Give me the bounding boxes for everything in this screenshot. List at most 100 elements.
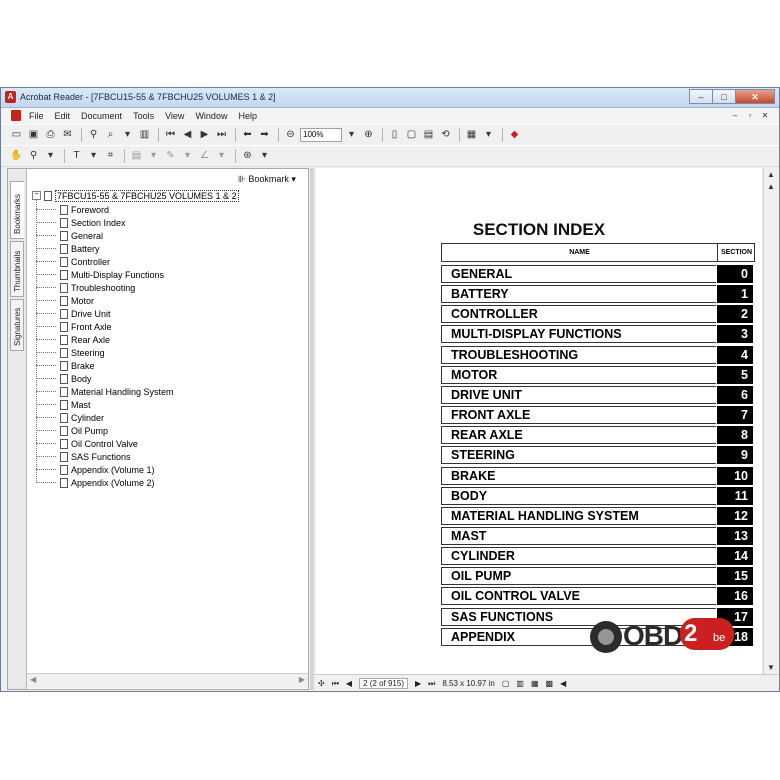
- prev-page-icon[interactable]: ◀: [346, 679, 352, 688]
- actual-size-icon[interactable]: ▯: [387, 128, 402, 142]
- next-page-icon[interactable]: ▶: [197, 128, 212, 142]
- document-icon[interactable]: [11, 110, 21, 121]
- section-row[interactable]: CYLINDER 14: [441, 547, 755, 566]
- section-row[interactable]: MATERIAL HANDLING SYSTEM 12: [441, 506, 755, 525]
- pencil-tool-icon[interactable]: ✎: [163, 149, 178, 163]
- bookmark-item[interactable]: Drive Unit: [36, 307, 111, 320]
- zoom-input[interactable]: 100%: [300, 128, 342, 142]
- search-dropdown-icon[interactable]: ▾: [120, 128, 135, 142]
- email-icon[interactable]: ✉: [60, 128, 75, 142]
- fit-width-icon[interactable]: ▤: [421, 128, 436, 142]
- bookmark-item[interactable]: Motor: [36, 294, 94, 307]
- maximize-button[interactable]: □: [712, 89, 736, 104]
- layout-icon[interactable]: ▦: [464, 128, 479, 142]
- zoom-in-icon[interactable]: ⊕: [361, 128, 376, 142]
- find-icon[interactable]: ⚲: [86, 128, 101, 142]
- section-row[interactable]: OIL CONTROL VALVE 16: [441, 587, 755, 606]
- tab-bookmarks[interactable]: Bookmarks: [10, 181, 24, 239]
- layout-dropdown-icon[interactable]: ▾: [481, 128, 496, 142]
- section-row[interactable]: GENERAL 0: [441, 265, 755, 283]
- section-row[interactable]: OIL PUMP 15: [441, 567, 755, 586]
- continuous-icon[interactable]: ▥: [516, 679, 524, 688]
- pane-splitter[interactable]: [310, 168, 314, 690]
- menu-file[interactable]: File: [29, 111, 44, 121]
- acrobat-online-icon[interactable]: ◆: [507, 128, 522, 142]
- pencil-dropdown-icon[interactable]: ▾: [180, 149, 195, 163]
- print-icon[interactable]: ⎙: [43, 128, 58, 142]
- bookmark-item[interactable]: SAS Functions: [36, 450, 131, 463]
- bookmark-item[interactable]: Oil Pump: [36, 424, 108, 437]
- first-page-icon[interactable]: ⏮: [163, 128, 178, 142]
- facing-icon[interactable]: ▦: [531, 679, 539, 688]
- menu-window[interactable]: Window: [195, 111, 227, 121]
- last-page-icon[interactable]: ⏭: [214, 128, 229, 142]
- section-row[interactable]: TROUBLESHOOTING 4: [441, 345, 755, 364]
- bookmark-item[interactable]: Section Index: [36, 216, 126, 229]
- bookmark-item[interactable]: Mast: [36, 398, 91, 411]
- doc-close-button[interactable]: ✕: [759, 110, 771, 121]
- note-tool-icon[interactable]: ▤: [129, 149, 144, 163]
- scroll-right-icon[interactable]: ▶: [299, 675, 305, 684]
- menu-tools[interactable]: Tools: [133, 111, 154, 121]
- navigation-pane-icon[interactable]: ▥: [137, 128, 152, 142]
- split-icon[interactable]: ✣: [318, 679, 325, 688]
- bookmark-item[interactable]: General: [36, 229, 103, 242]
- nav-horizontal-scrollbar[interactable]: ◀ ▶: [27, 673, 308, 688]
- first-page-icon[interactable]: ⏮: [332, 679, 339, 689]
- fit-page-icon[interactable]: ▢: [404, 128, 419, 142]
- section-row[interactable]: STEERING 9: [441, 446, 755, 465]
- scroll-up-icon[interactable]: ▲: [767, 170, 775, 179]
- note-dropdown-icon[interactable]: ▾: [146, 149, 161, 163]
- bookmark-item[interactable]: Cylinder: [36, 411, 104, 424]
- title-bar[interactable]: A Acrobat Reader - [7FBCU15-55 & 7FBCHU2…: [1, 88, 779, 108]
- section-row[interactable]: BODY 11: [441, 486, 755, 505]
- bookmark-item[interactable]: Multi-Display Functions: [36, 268, 164, 281]
- section-row[interactable]: CONTROLLER 2: [441, 305, 755, 324]
- tab-signatures[interactable]: Signatures: [10, 299, 24, 351]
- zoom-tool-icon[interactable]: ⚲: [26, 149, 41, 163]
- tab-thumbnails[interactable]: Thumbnails: [10, 241, 24, 297]
- page-up-icon[interactable]: ▲: [767, 182, 775, 191]
- line-dropdown-icon[interactable]: ▾: [214, 149, 229, 163]
- bookmark-item[interactable]: Body: [36, 372, 92, 385]
- open-icon[interactable]: ▭: [9, 128, 24, 142]
- section-row[interactable]: BRAKE 10: [441, 466, 755, 485]
- stamp-dropdown-icon[interactable]: ▾: [257, 149, 272, 163]
- page-number-field[interactable]: 2 (2 of 915): [359, 678, 408, 689]
- zoom-out-icon[interactable]: ⊖: [283, 128, 298, 142]
- status-scroll-left-icon[interactable]: ◀: [560, 679, 566, 688]
- section-row[interactable]: BATTERY 1: [441, 285, 755, 304]
- zoom-tool-dropdown-icon[interactable]: ▾: [43, 149, 58, 163]
- section-row[interactable]: FRONT AXLE 7: [441, 406, 755, 425]
- text-select-dropdown-icon[interactable]: ▾: [86, 149, 101, 163]
- back-icon[interactable]: ⬅: [240, 128, 255, 142]
- bookmark-item[interactable]: Troubleshooting: [36, 281, 135, 294]
- section-row[interactable]: MULTI-DISPLAY FUNCTIONS 3: [441, 325, 755, 344]
- single-page-icon[interactable]: ▢: [502, 679, 510, 688]
- save-icon[interactable]: ▣: [26, 128, 41, 142]
- continuous-facing-icon[interactable]: ▩: [546, 679, 554, 688]
- text-select-icon[interactable]: T: [69, 149, 84, 163]
- snapshot-icon[interactable]: ⌗: [103, 149, 118, 163]
- bookmark-item[interactable]: Foreword: [36, 203, 109, 216]
- forward-icon[interactable]: ➡: [257, 128, 272, 142]
- line-tool-icon[interactable]: ∠: [197, 149, 212, 163]
- close-button[interactable]: ✕: [735, 89, 775, 104]
- bookmark-item[interactable]: Rear Axle: [36, 333, 110, 346]
- section-row[interactable]: MOTOR 5: [441, 365, 755, 384]
- doc-restore-button[interactable]: ▫: [744, 110, 756, 121]
- menu-view[interactable]: View: [165, 111, 184, 121]
- section-row[interactable]: DRIVE UNIT 6: [441, 385, 755, 404]
- menu-document[interactable]: Document: [81, 111, 122, 121]
- bookmark-item[interactable]: Appendix (Volume 1): [36, 463, 155, 476]
- search-icon[interactable]: ⌕: [103, 128, 118, 142]
- bookmark-item[interactable]: Oil Control Valve: [36, 437, 138, 450]
- bookmark-item[interactable]: Front Axle: [36, 320, 112, 333]
- scroll-left-icon[interactable]: ◀: [30, 675, 36, 684]
- section-row[interactable]: MAST 13: [441, 526, 755, 545]
- bookmark-item[interactable]: Steering: [36, 346, 105, 359]
- zoom-dropdown-icon[interactable]: ▾: [344, 128, 359, 142]
- rotate-icon[interactable]: ⟲: [438, 128, 453, 142]
- menu-help[interactable]: Help: [238, 111, 257, 121]
- bookmark-menu-button[interactable]: ⊪ Bookmark ▾: [238, 174, 296, 185]
